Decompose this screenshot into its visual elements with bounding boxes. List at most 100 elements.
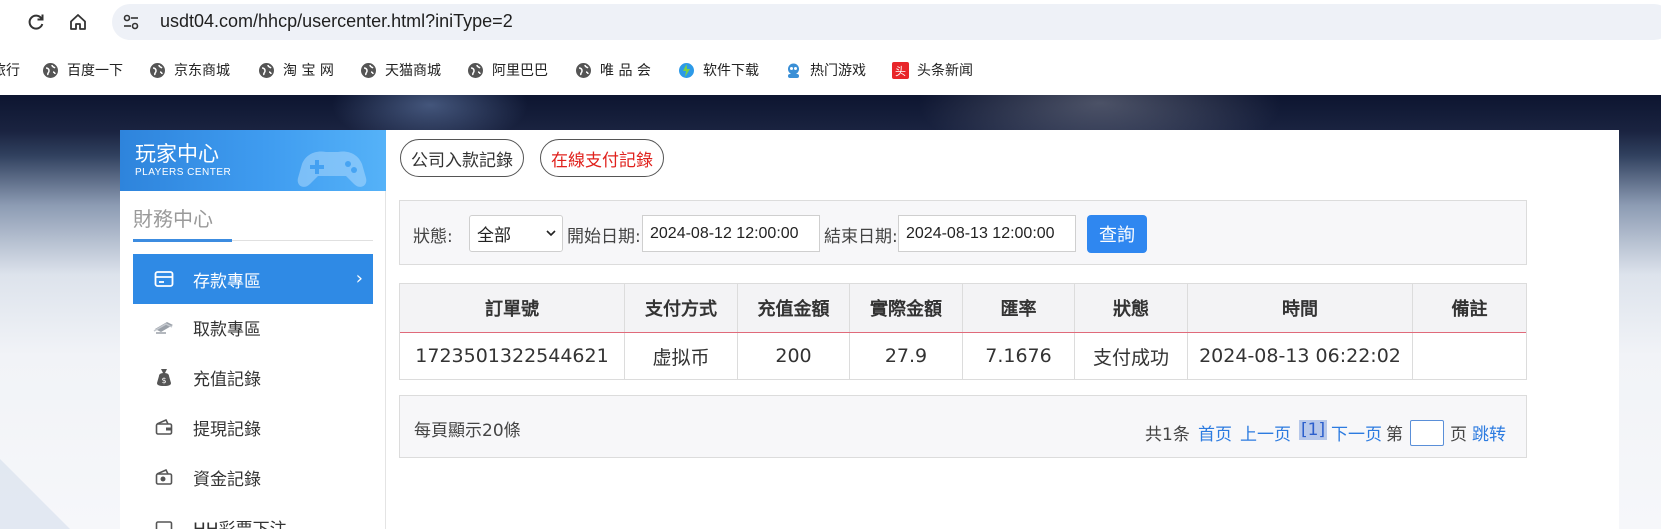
players-center-header: 玩家中心 PLAYERS CENTER xyxy=(120,130,386,191)
sidebar-item-lottery-bets[interactable]: HH彩票下注 xyxy=(133,502,373,529)
query-button[interactable]: 查詢 xyxy=(1087,215,1147,253)
total-count: 共1条 xyxy=(1145,425,1190,445)
end-date-input[interactable]: 2024-08-13 12:00:00 xyxy=(898,215,1076,252)
start-date-input[interactable]: 2024-08-12 12:00:00 xyxy=(642,215,820,252)
first-page-link[interactable]: 首页 xyxy=(1198,420,1232,445)
cell-recharge-amount: 200 xyxy=(738,333,850,379)
sidebar-title: 玩家中心 xyxy=(135,142,219,166)
wallet-icon xyxy=(153,416,175,438)
home-button[interactable] xyxy=(64,8,92,36)
col-recharge-amount: 充值金額 xyxy=(738,284,850,332)
current-page: [1] xyxy=(1299,420,1328,440)
cell-status: 支付成功 xyxy=(1075,333,1188,379)
status-label: 狀態: xyxy=(413,227,453,247)
next-page-link[interactable]: 下一页 xyxy=(1331,420,1382,445)
bookmark-label: 百度一下 xyxy=(67,63,123,79)
bookmark-5[interactable]: 阿里巴巴 xyxy=(467,58,548,82)
cell-actual-amount: 27.9 xyxy=(850,333,963,379)
card-icon xyxy=(153,268,175,290)
globe-icon xyxy=(360,62,377,79)
url-text[interactable]: usdt04.com/hhcp/usercenter.html?iniType=… xyxy=(160,11,513,32)
sidebar-item-withdraw-records[interactable]: 提現記錄 xyxy=(133,402,373,452)
pagination-bar: 每頁顯示20條 共1条 首页 上一页 [1] 下一页 第 页 跳转 xyxy=(399,395,1527,458)
sidebar-item-label: 提現記錄 xyxy=(193,419,261,440)
bookmark-0[interactable]: 旅行 xyxy=(0,58,20,82)
coins-icon xyxy=(153,466,175,488)
page-prefix: 第 xyxy=(1386,425,1403,445)
sidebar-item-deposit[interactable]: 存款專區 › xyxy=(133,254,373,304)
bookmark-label: 唯 品 会 xyxy=(600,63,651,79)
globe-icon xyxy=(575,62,592,79)
bookmark-8[interactable]: 热门游戏 xyxy=(785,58,866,82)
bookmark-4[interactable]: 天猫商城 xyxy=(360,58,441,82)
cell-payment-method: 虚拟币 xyxy=(625,333,738,379)
sidebar-item-withdraw[interactable]: 取款專區 xyxy=(133,302,373,352)
sidebar: 玩家中心 PLAYERS CENTER 財務中心 存款專區 › 取款專區 $ 充… xyxy=(120,130,386,529)
bookmark-2[interactable]: 京东商城 xyxy=(149,58,230,82)
browser-toolbar: usdt04.com/hhcp/usercenter.html?iniType=… xyxy=(0,0,1661,44)
col-actual-amount: 實際金額 xyxy=(850,284,963,332)
status-select[interactable]: 全部 xyxy=(469,215,563,252)
cell-order-no: 1723501322544621 xyxy=(400,333,625,379)
filter-panel: 狀態: 全部 開始日期: 2024-08-12 12:00:00 結束日期: 2… xyxy=(399,200,1527,265)
site-settings-icon[interactable] xyxy=(121,12,141,32)
bookmark-label: 京东商城 xyxy=(174,63,230,79)
chevron-right-icon: › xyxy=(355,268,363,289)
bookmark-label: 软件下载 xyxy=(703,63,759,79)
tab-company-deposit-records[interactable]: 公司入款記錄 xyxy=(400,139,524,177)
col-time: 時間 xyxy=(1188,284,1413,332)
sidebar-item-recharge-records[interactable]: $ 充值記錄 xyxy=(133,352,373,402)
status-select-value: 全部 xyxy=(477,226,511,246)
col-payment-method: 支付方式 xyxy=(625,284,738,332)
bookmark-1[interactable]: 百度一下 xyxy=(42,58,123,82)
ticket-icon xyxy=(153,516,175,529)
tab-online-payment-records[interactable]: 在線支付記錄 xyxy=(540,139,664,177)
page-suffix: 页 xyxy=(1450,425,1467,445)
bookmark-9[interactable]: 头 头条新闻 xyxy=(892,58,973,82)
cash-icon xyxy=(153,316,175,338)
prev-page-link[interactable]: 上一页 xyxy=(1240,420,1291,445)
per-page-text: 每頁顯示20條 xyxy=(414,421,521,441)
svg-text:$: $ xyxy=(161,376,166,385)
money-bag-icon: $ xyxy=(153,366,175,388)
chevron-down-icon xyxy=(546,230,556,237)
software-download-icon xyxy=(678,62,695,79)
bookmark-label: 阿里巴巴 xyxy=(492,63,548,79)
start-date-value: 2024-08-12 12:00:00 xyxy=(650,224,799,242)
tab-label: 公司入款記錄 xyxy=(411,150,513,171)
globe-icon xyxy=(258,62,275,79)
col-exchange-rate: 匯率 xyxy=(963,284,1075,332)
game-mascot-icon xyxy=(785,62,802,79)
records-table: 訂單號 支付方式 充值金額 實際金額 匯率 狀態 時間 備註 172350132… xyxy=(399,283,1527,380)
bookmark-7[interactable]: 软件下载 xyxy=(678,58,759,82)
tab-label: 在線支付記錄 xyxy=(551,150,653,171)
cell-remark xyxy=(1413,333,1526,379)
bookmark-label: 热门游戏 xyxy=(810,63,866,79)
bookmark-3[interactable]: 淘 宝 网 xyxy=(258,58,334,82)
page-number-input[interactable] xyxy=(1410,420,1444,446)
bookmark-label: 天猫商城 xyxy=(385,63,441,79)
toutiao-icon: 头 xyxy=(892,61,909,79)
cell-exchange-rate: 7.1676 xyxy=(963,333,1075,379)
home-icon xyxy=(70,14,86,30)
sidebar-item-label: HH彩票下注 xyxy=(193,515,287,529)
end-date-label: 結束日期: xyxy=(824,227,898,247)
table-row[interactable]: 1723501322544621 虚拟币 200 27.9 7.1676 支付成… xyxy=(400,333,1526,379)
jump-link[interactable]: 跳转 xyxy=(1472,420,1506,445)
svg-text:头: 头 xyxy=(895,65,906,78)
finance-center-heading: 財務中心 xyxy=(133,207,213,231)
start-date-label: 開始日期: xyxy=(567,227,641,247)
globe-icon xyxy=(149,62,166,79)
sidebar-item-fund-records[interactable]: 資金記錄 xyxy=(133,452,373,502)
bookmark-label: 淘 宝 网 xyxy=(283,63,334,79)
reload-button[interactable] xyxy=(22,8,50,36)
bookmark-label: 旅行 xyxy=(0,63,20,79)
col-status: 狀態 xyxy=(1075,284,1188,332)
user-center-panel: 玩家中心 PLAYERS CENTER 財務中心 存款專區 › 取款專區 $ 充… xyxy=(120,130,1619,529)
bookmarks-bar: 旅行 百度一下 京东商城 淘 宝 网 天猫商城 阿里巴巴 唯 品 会 软件下载 … xyxy=(0,52,1661,88)
gamepad-icon xyxy=(297,151,367,187)
address-bar[interactable]: usdt04.com/hhcp/usercenter.html?iniType=… xyxy=(112,4,1661,40)
query-button-label: 查詢 xyxy=(1099,225,1135,246)
bookmark-6[interactable]: 唯 品 会 xyxy=(575,58,651,82)
bookmark-label: 头条新闻 xyxy=(917,63,973,79)
